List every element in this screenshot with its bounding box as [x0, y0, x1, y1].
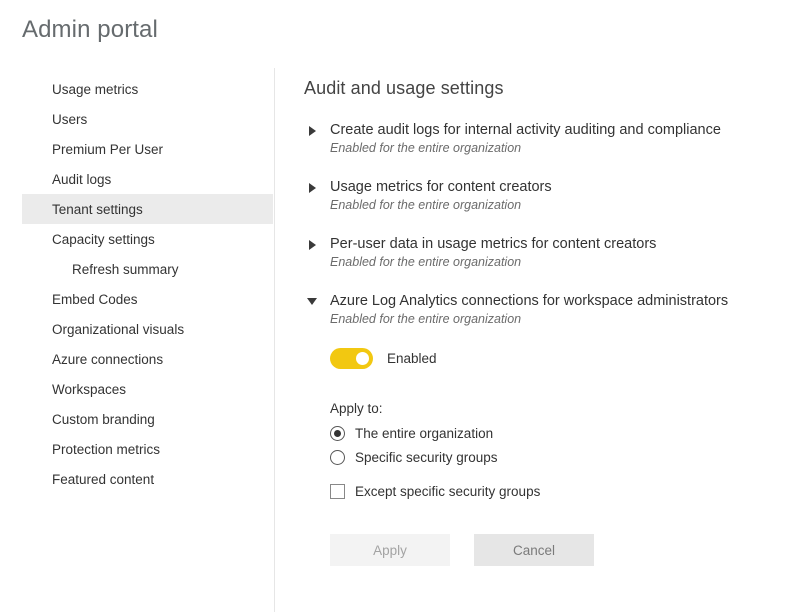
sidebar-item-label: Premium Per User [52, 142, 163, 157]
sidebar-item-refresh-summary[interactable]: Refresh summary [22, 254, 273, 284]
sidebar-nav: Usage metrics Users Premium Per User Audit … [0, 68, 275, 612]
sidebar-item-workspaces[interactable]: Workspaces [22, 374, 273, 404]
toggle-knob [356, 352, 369, 365]
sidebar-item-tenant-settings[interactable]: Tenant settings [22, 194, 273, 224]
chevron-right-icon[interactable] [309, 126, 316, 136]
sidebar-item-usage-metrics[interactable]: Usage metrics [22, 74, 273, 104]
apply-button[interactable]: Apply [330, 534, 450, 566]
action-button-row: Apply Cancel [330, 534, 808, 566]
except-groups-checkbox[interactable] [330, 484, 345, 499]
setting-name: Azure Log Analytics connections for work… [330, 292, 808, 310]
sidebar-item-users[interactable]: Users [22, 104, 273, 134]
chevron-right-icon[interactable] [309, 240, 316, 250]
page-title: Admin portal [22, 16, 158, 44]
sidebar-item-azure-connections[interactable]: Azure connections [22, 344, 273, 374]
sidebar-item-featured-content[interactable]: Featured content [22, 464, 273, 494]
setting-row[interactable]: Azure Log Analytics connections for work… [304, 292, 808, 328]
radio-button[interactable] [330, 450, 345, 465]
except-groups-label: Except specific security groups [355, 484, 540, 499]
enabled-toggle-label: Enabled [387, 351, 437, 366]
section-title: Audit and usage settings [304, 78, 808, 99]
radio-label: Specific security groups [355, 450, 498, 465]
setting-row[interactable]: Per-user data in usage metrics for conte… [304, 235, 808, 271]
sidebar-item-label: Tenant settings [52, 202, 143, 217]
admin-portal-page: Admin portal Usage metrics Users Premium P… [0, 0, 808, 612]
setting-row[interactable]: Usage metrics for content creatorsEnable… [304, 178, 808, 214]
sidebar-item-label: Audit logs [52, 172, 111, 187]
radio-option[interactable]: The entire organization [330, 426, 808, 441]
apply-to-label: Apply to: [330, 401, 808, 416]
setting-status: Enabled for the entire organization [330, 197, 808, 214]
settings-list: Create audit logs for internal activity … [304, 121, 808, 328]
radio-button[interactable] [330, 426, 345, 441]
sidebar-item-embed-codes[interactable]: Embed Codes [22, 284, 273, 314]
sidebar-item-label: Custom branding [52, 412, 155, 427]
enabled-toggle-row: Enabled [330, 348, 808, 369]
sidebar-item-label: Azure connections [52, 352, 163, 367]
setting-status: Enabled for the entire organization [330, 140, 808, 157]
setting-name: Per-user data in usage metrics for conte… [330, 235, 808, 253]
sidebar-item-label: Featured content [52, 472, 154, 487]
apply-to-radio-group: The entire organization Specific security… [330, 426, 808, 465]
sidebar-item-label: Usage metrics [52, 82, 138, 97]
sidebar-item-label: Workspaces [52, 382, 126, 397]
sidebar-item-label: Protection metrics [52, 442, 160, 457]
setting-status: Enabled for the entire organization [330, 311, 808, 328]
sidebar-item-label: Refresh summary [72, 262, 179, 277]
except-groups-checkbox-row[interactable]: Except specific security groups [330, 484, 808, 499]
sidebar-item-label: Embed Codes [52, 292, 138, 307]
setting-detail-panel: Enabled Apply to: The entire organizatio… [304, 348, 808, 566]
radio-label: The entire organization [355, 426, 493, 441]
sidebar-item-protection-metrics[interactable]: Protection metrics [22, 434, 273, 464]
setting-status: Enabled for the entire organization [330, 254, 808, 271]
setting-row[interactable]: Create audit logs for internal activity … [304, 121, 808, 157]
sidebar-item-premium-per-user[interactable]: Premium Per User [22, 134, 273, 164]
sidebar-item-audit-logs[interactable]: Audit logs [22, 164, 273, 194]
setting-name: Usage metrics for content creators [330, 178, 808, 196]
sidebar-item-custom-branding[interactable]: Custom branding [22, 404, 273, 434]
enabled-toggle[interactable] [330, 348, 373, 369]
main-content: Audit and usage settings Create audit lo… [276, 68, 808, 612]
chevron-right-icon[interactable] [309, 183, 316, 193]
setting-name: Create audit logs for internal activity … [330, 121, 808, 139]
cancel-button[interactable]: Cancel [474, 534, 594, 566]
sidebar-item-label: Organizational visuals [52, 322, 184, 337]
chevron-down-icon[interactable] [307, 298, 317, 305]
sidebar-item-organizational-visuals[interactable]: Organizational visuals [22, 314, 273, 344]
sidebar-item-label: Capacity settings [52, 232, 155, 247]
sidebar-item-capacity-settings[interactable]: Capacity settings [22, 224, 273, 254]
radio-option[interactable]: Specific security groups [330, 450, 808, 465]
sidebar-item-label: Users [52, 112, 87, 127]
